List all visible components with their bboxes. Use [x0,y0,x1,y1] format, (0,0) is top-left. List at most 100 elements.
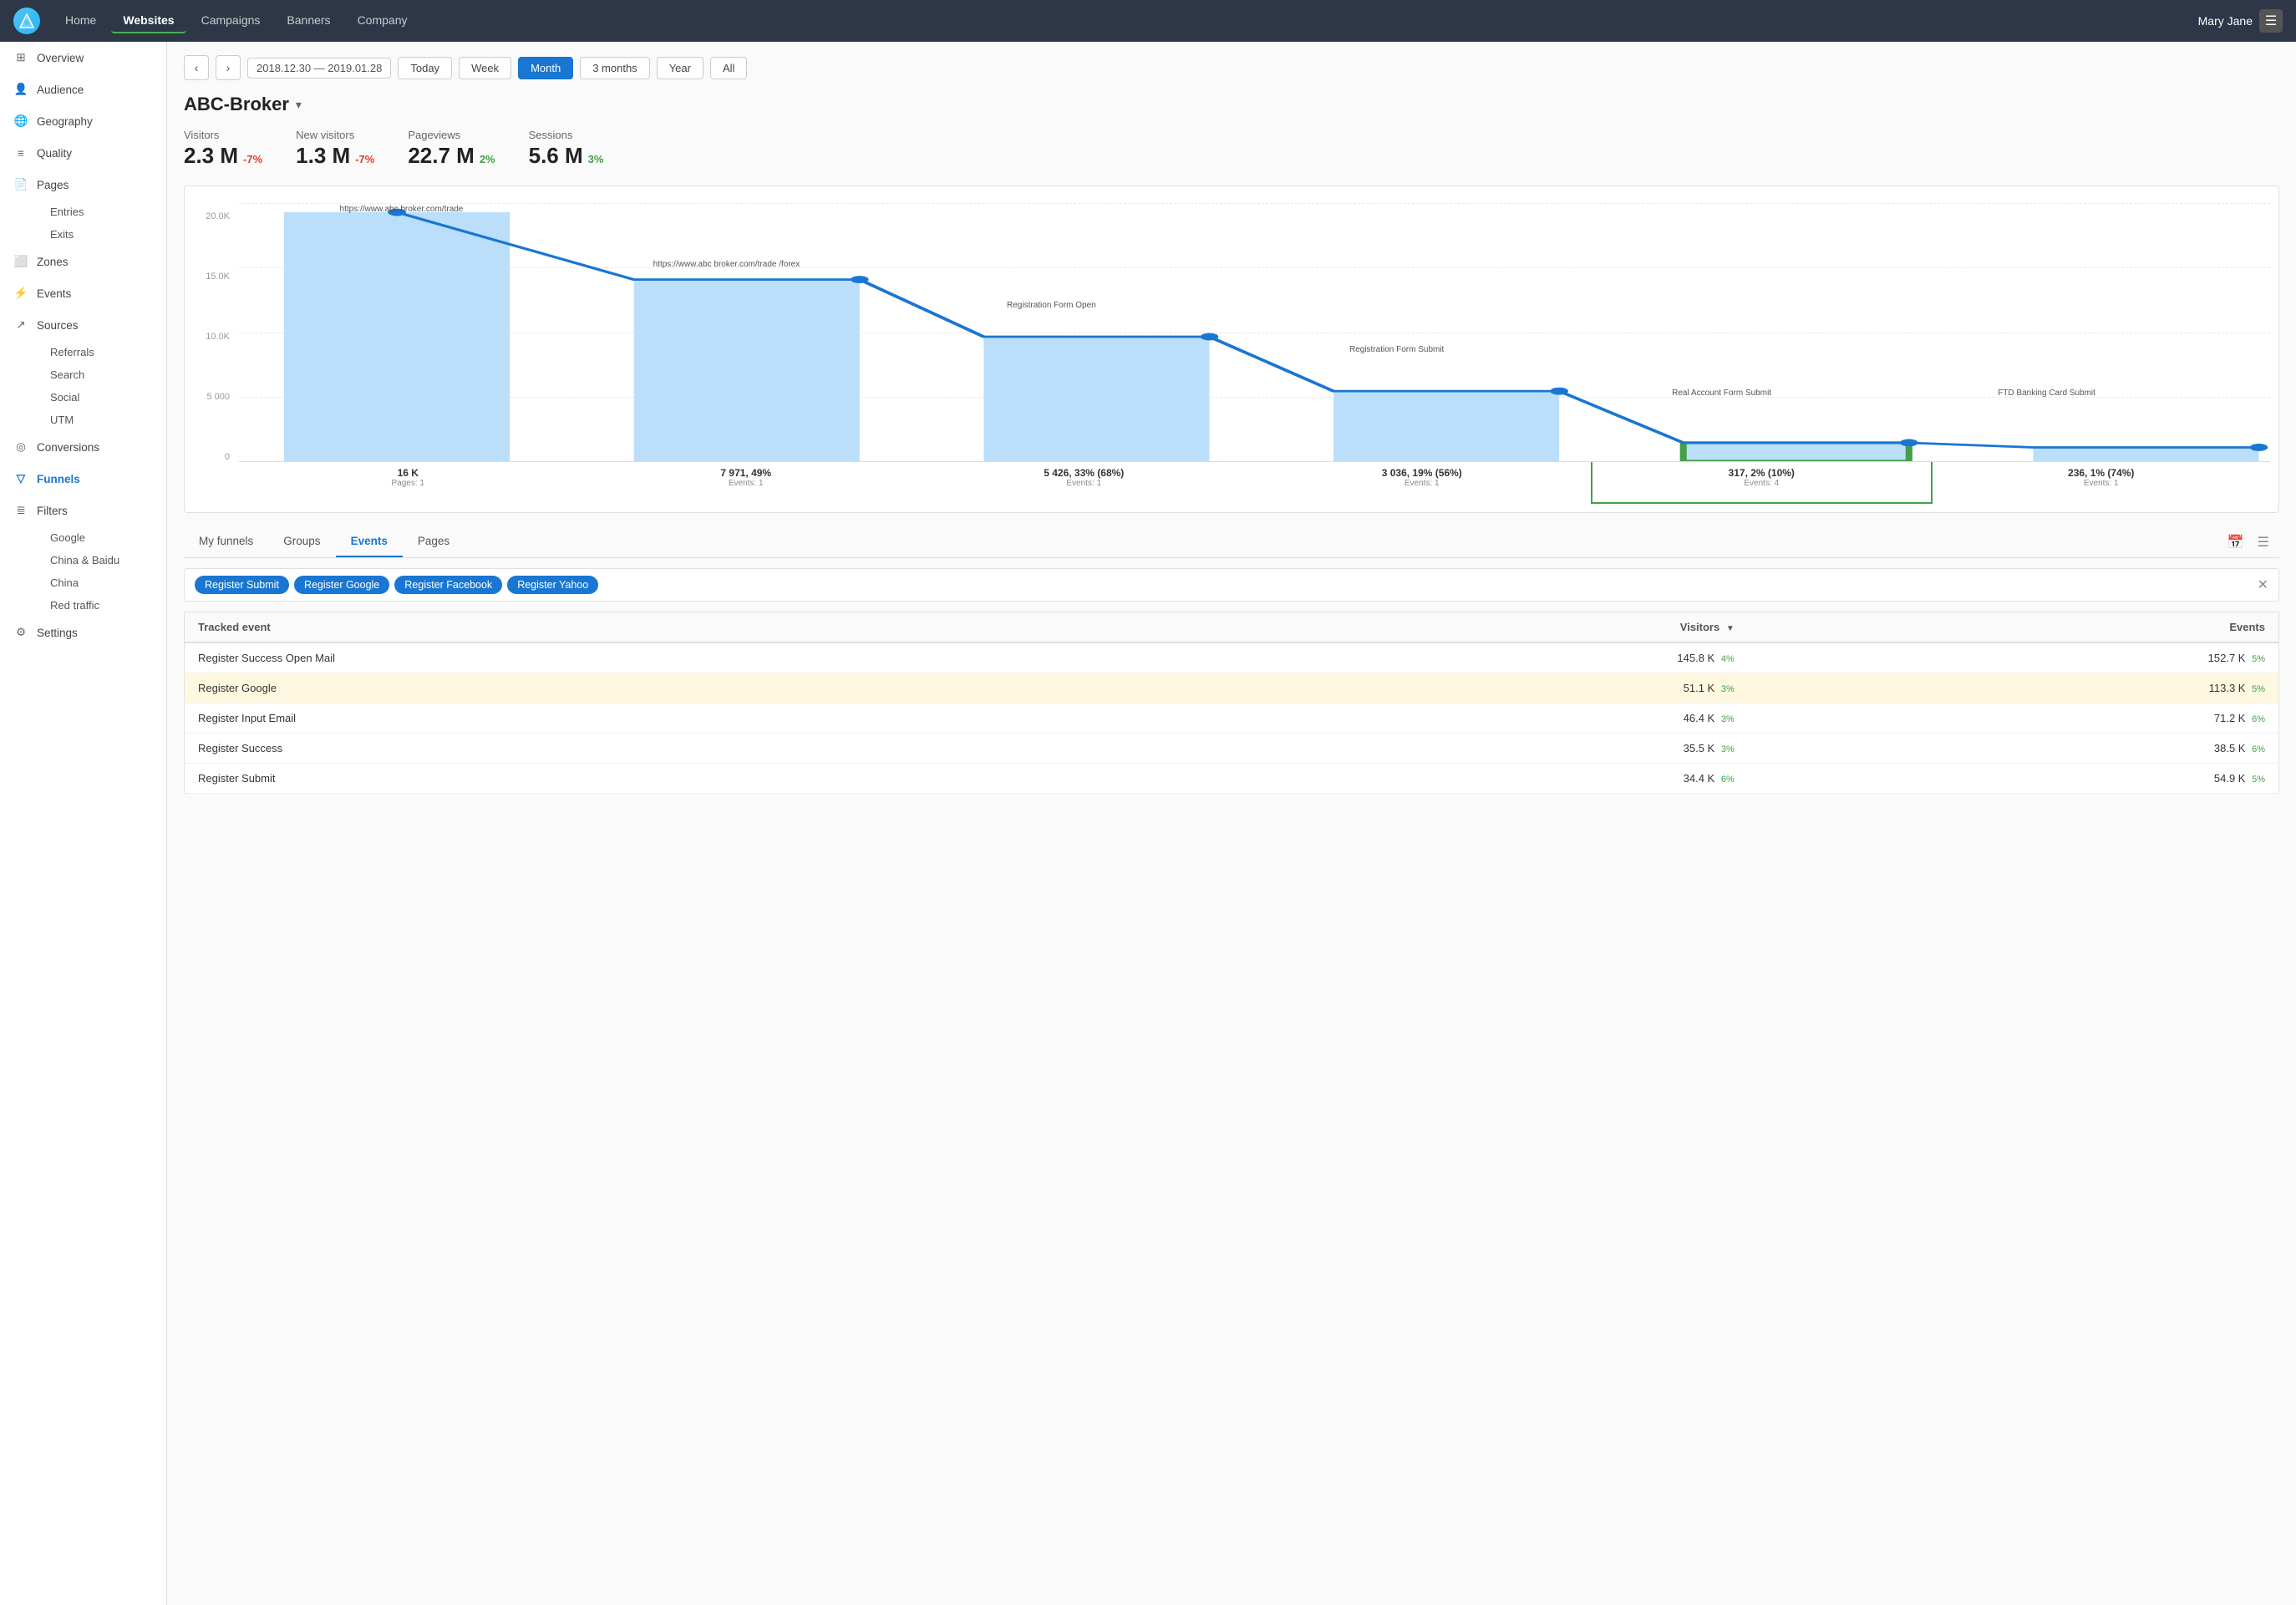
sidebar-item-funnels[interactable]: ▽ Funnels [0,463,166,495]
period-week-button[interactable]: Week [459,57,511,79]
nav-campaigns[interactable]: Campaigns [190,8,272,33]
sidebar-item-sources[interactable]: ↗ Sources [0,309,166,341]
period-today-button[interactable]: Today [398,57,452,79]
period-year-button[interactable]: Year [657,57,704,79]
cell-visitors-2: 51.1 K 3% [1219,673,1748,703]
sidebar-sub-referrals[interactable]: Referrals [37,341,166,363]
sidebar-label-quality: Quality [37,147,72,160]
tab-my-funnels[interactable]: My funnels [184,526,268,557]
sidebar-item-overview[interactable]: ⊞ Overview [0,42,166,74]
date-range-display: 2018.12.30 — 2019.01.28 [247,58,391,79]
nav-websites[interactable]: Websites [111,8,185,33]
cell-event-4: Register Success [185,734,1220,764]
sidebar-sub-google[interactable]: Google [37,526,166,549]
sidebar-sub-social[interactable]: Social [37,386,166,409]
tab-actions: 📅 ☰ [2224,531,2279,554]
site-header: ABC-Broker ▾ [184,94,2279,115]
next-period-button[interactable]: › [216,55,241,80]
sidebar-item-settings[interactable]: ⚙ Settings [0,617,166,648]
funnel-steps-info: 16 K Pages: 1 7 971, 49% Events: 1 5 426… [239,462,2270,504]
sidebar-item-quality[interactable]: ≡ Quality [0,137,166,169]
filter2-icon: ≣ [13,503,28,518]
period-all-button[interactable]: All [710,57,747,79]
sidebar-item-audience[interactable]: 👤 Audience [0,74,166,105]
metric-new-visitors-value: 1.3 M -7% [296,143,374,169]
sidebar-sub-red-traffic[interactable]: Red traffic [37,594,166,617]
y-label-0: 0 [225,452,230,462]
cell-visitors-1: 145.8 K 4% [1219,643,1748,673]
tab-pages[interactable]: Pages [403,526,465,557]
cell-visitors-5: 34.4 K 6% [1219,764,1748,794]
sidebar: ⊞ Overview 👤 Audience 🌐 Geography ≡ Qual… [0,42,167,1605]
metric-sessions-value: 5.6 M 3% [529,143,604,169]
metric-pageviews: Pageviews 22.7 M 2% [408,129,495,169]
grid-icon: ⊞ [13,50,28,65]
table-row: Register Submit 34.4 K 6% 54.9 K 5% [185,764,2279,794]
sidebar-sub-pages: Entries Exits [0,201,166,246]
metric-visitors-label: Visitors [184,129,262,141]
period-month-button[interactable]: Month [518,57,573,79]
sidebar-label-filters: Filters [37,505,68,517]
sidebar-label-geography: Geography [37,115,93,128]
sidebar-item-events[interactable]: ⚡ Events [0,277,166,309]
logo[interactable] [13,8,40,34]
cell-visitors-4: 35.5 K 3% [1219,734,1748,764]
sidebar-sub-entries[interactable]: Entries [37,201,166,223]
sidebar-item-conversions[interactable]: ◎ Conversions [0,431,166,463]
table-row: Register Google 51.1 K 3% 113.3 K 5% [185,673,2279,703]
app-layout: ⊞ Overview 👤 Audience 🌐 Geography ≡ Qual… [0,42,2296,1605]
events-change-5: 5% [2252,775,2265,785]
sidebar-sub-utm[interactable]: UTM [37,409,166,431]
filter-tags-bar: Register Submit Register Google Register… [184,568,2279,602]
metric-sessions-label: Sessions [529,129,604,141]
site-dropdown-icon[interactable]: ▾ [296,98,302,112]
cell-event-3: Register Input Email [185,703,1220,734]
y-label-15k: 15.0K [206,272,230,282]
table-row: Register Success Open Mail 145.8 K 4% 15… [185,643,2279,673]
sidebar-sub-filters: Google China & Baidu China Red traffic [0,526,166,617]
filter-tag-register-yahoo[interactable]: Register Yahoo [507,576,598,594]
target-icon: ◎ [13,439,28,455]
user-menu[interactable]: Mary Jane ☰ [2198,9,2283,33]
sidebar-sub-china[interactable]: China [37,571,166,594]
tab-groups[interactable]: Groups [268,526,335,557]
filter-tag-register-submit[interactable]: Register Submit [195,576,289,594]
sidebar-label-overview: Overview [37,52,84,64]
prev-period-button[interactable]: ‹ [184,55,209,80]
sidebar-sub-china-baidu[interactable]: China & Baidu [37,549,166,571]
metric-new-visitors-change: -7% [355,153,374,165]
metric-sessions: Sessions 5.6 M 3% [529,129,604,169]
sidebar-sub-search[interactable]: Search [37,363,166,386]
nav-links: Home Websites Campaigns Banners Company [53,8,2192,33]
tab-events[interactable]: Events [336,526,403,557]
list-icon[interactable]: ☰ [2254,531,2273,554]
sidebar-sub-sources: Referrals Search Social UTM [0,341,166,431]
visitors-change-3: 3% [1721,714,1735,724]
funnel-tabs: My funnels Groups Events Pages 📅 ☰ [184,526,2279,558]
step-info-6: 236, 1% (74%) Events: 1 [1933,462,2271,504]
sidebar-item-zones[interactable]: ⬜ Zones [0,246,166,277]
nav-company[interactable]: Company [346,8,419,33]
filter-tag-register-google[interactable]: Register Google [294,576,389,594]
sidebar-label-events: Events [37,287,71,300]
settings-icon: ⚙ [13,625,28,640]
metric-visitors: Visitors 2.3 M -7% [184,129,262,169]
nav-banners[interactable]: Banners [275,8,342,33]
events-change-1: 5% [2252,654,2265,664]
sidebar-item-filters[interactable]: ≣ Filters [0,495,166,526]
layers-icon: ⬜ [13,254,28,269]
calendar-icon[interactable]: 📅 [2224,531,2248,554]
sidebar-label-audience: Audience [37,84,84,96]
filter-close-button[interactable]: ✕ [2258,576,2268,593]
sidebar-item-geography[interactable]: 🌐 Geography [0,105,166,137]
sliders-icon: ≡ [13,145,28,160]
sidebar-label-conversions: Conversions [37,441,99,454]
nav-home[interactable]: Home [53,8,108,33]
events-change-2: 5% [2252,684,2265,694]
filter-tag-register-facebook[interactable]: Register Facebook [394,576,502,594]
sidebar-item-pages[interactable]: 📄 Pages [0,169,166,201]
period-3months-button[interactable]: 3 months [580,57,649,79]
sidebar-label-pages: Pages [37,179,69,191]
sidebar-sub-exits[interactable]: Exits [37,223,166,246]
col-header-visitors[interactable]: Visitors ▼ [1219,612,1748,643]
